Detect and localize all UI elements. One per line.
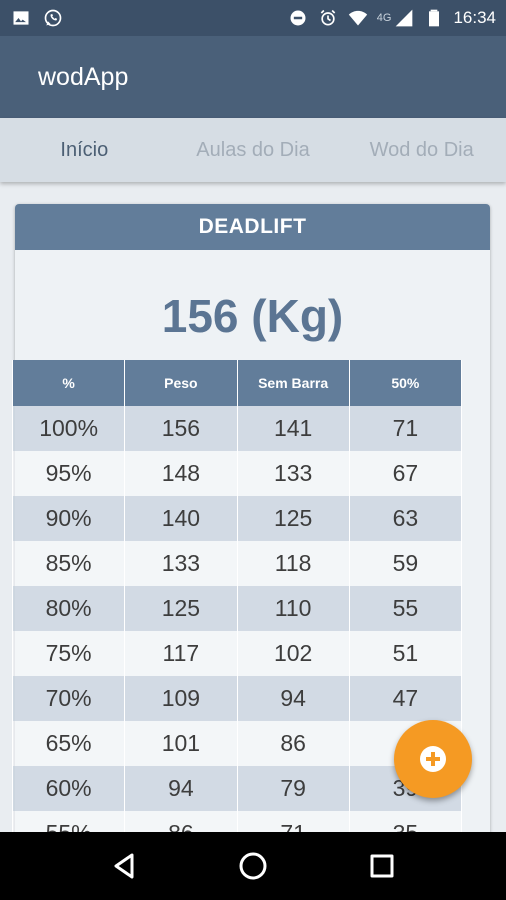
cell-half: 47	[348, 676, 463, 721]
cell-peso: 133	[124, 541, 238, 586]
table-row: 95% 148 133 67	[11, 451, 463, 496]
cell-percent: 75%	[11, 631, 126, 676]
wifi-icon	[347, 7, 369, 29]
recents-square-icon	[370, 854, 394, 878]
add-circle-icon	[420, 746, 446, 772]
table-header-row: % Peso Sem Barra 50%	[11, 360, 463, 406]
cell-half: 71	[348, 406, 463, 451]
app-title: wodApp	[38, 62, 129, 91]
cell-sem-barra: 133	[236, 451, 350, 496]
tab-inicio[interactable]: Início	[0, 139, 169, 162]
cell-percent: 70%	[11, 676, 126, 721]
cell-percent: 95%	[11, 451, 126, 496]
cell-half: 55	[348, 586, 463, 631]
exercise-title: DEADLIFT	[15, 204, 490, 250]
cell-half: 35	[348, 811, 463, 832]
do-not-disturb-icon	[287, 7, 309, 29]
table-row: 60% 94 79 39	[11, 766, 463, 811]
status-bar: 4G 16:34	[0, 0, 506, 36]
alarm-icon	[317, 7, 339, 29]
signal-icon	[393, 7, 415, 29]
clock-time: 16:34	[453, 8, 496, 27]
cell-percent: 80%	[11, 586, 126, 631]
cell-sem-barra: 86	[236, 721, 350, 766]
back-button[interactable]	[104, 846, 144, 886]
cell-peso: 148	[124, 451, 238, 496]
cell-half: 51	[348, 631, 463, 676]
cell-peso: 117	[124, 631, 238, 676]
cell-peso: 109	[124, 676, 238, 721]
cell-sem-barra: 125	[236, 496, 350, 541]
cell-half: 63	[348, 496, 463, 541]
cell-peso: 86	[124, 811, 238, 832]
cell-peso: 125	[124, 586, 238, 631]
cell-percent: 60%	[11, 766, 126, 811]
home-button[interactable]	[233, 846, 273, 886]
table-row: 70% 109 94 47	[11, 676, 463, 721]
add-button[interactable]	[394, 720, 472, 798]
cell-sem-barra: 79	[236, 766, 350, 811]
cell-sem-barra: 110	[236, 586, 350, 631]
whatsapp-icon	[42, 7, 64, 29]
table-row: 85% 133 118 59	[11, 541, 463, 586]
tab-aulas-do-dia[interactable]: Aulas do Dia	[169, 139, 338, 162]
network-type: 4G	[376, 12, 392, 24]
cell-sem-barra: 71	[236, 811, 350, 832]
cell-sem-barra: 102	[236, 631, 350, 676]
cell-peso: 101	[124, 721, 238, 766]
table-row: 55% 86 71 35	[11, 811, 463, 832]
system-nav-bar	[0, 832, 506, 900]
back-triangle-icon	[114, 853, 134, 879]
cell-sem-barra: 141	[236, 406, 350, 451]
column-header-sem-barra: Sem Barra	[236, 360, 350, 406]
tab-bar: Início Aulas do Dia Wod do Dia	[0, 118, 506, 182]
gallery-icon	[10, 7, 32, 29]
cell-percent: 85%	[11, 541, 126, 586]
table-row: 90% 140 125 63	[11, 496, 463, 541]
cell-percent: 65%	[11, 721, 126, 766]
cell-percent: 100%	[11, 406, 126, 451]
cell-peso: 140	[124, 496, 238, 541]
battery-icon	[423, 7, 445, 29]
app-bar: wodApp	[0, 36, 506, 118]
cell-half: 59	[348, 541, 463, 586]
tab-wod-do-dia[interactable]: Wod do Dia	[337, 139, 506, 162]
cell-sem-barra: 118	[236, 541, 350, 586]
cell-peso: 94	[124, 766, 238, 811]
cell-percent: 55%	[11, 811, 126, 832]
cell-sem-barra: 94	[236, 676, 350, 721]
table-row: 100% 156 141 71	[11, 406, 463, 451]
cell-half: 67	[348, 451, 463, 496]
table-row: 80% 125 110 55	[11, 586, 463, 631]
column-header-percent: %	[11, 360, 126, 406]
column-header-50: 50%	[348, 360, 463, 406]
column-header-peso: Peso	[124, 360, 238, 406]
cell-percent: 90%	[11, 496, 126, 541]
recents-button[interactable]	[362, 846, 402, 886]
table-row: 75% 117 102 51	[11, 631, 463, 676]
home-circle-icon	[239, 852, 267, 880]
cell-peso: 156	[124, 406, 238, 451]
